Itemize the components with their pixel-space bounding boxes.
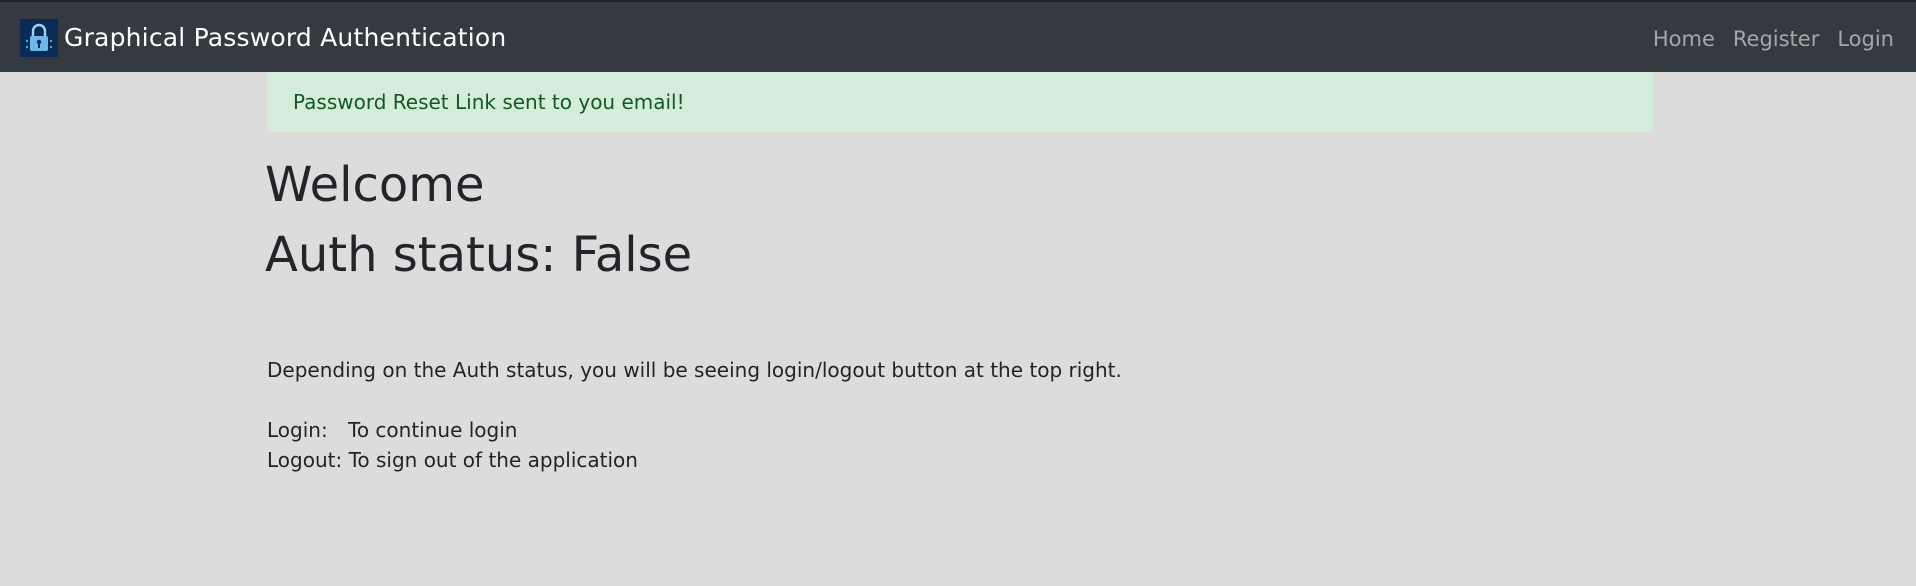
login-term-label: Login: (267, 418, 328, 442)
nav-login-link[interactable]: Login (1837, 26, 1894, 52)
login-term-text: To continue login (348, 418, 518, 442)
nav-home-link[interactable]: Home (1653, 26, 1715, 52)
nav-register-link[interactable]: Register (1733, 26, 1819, 52)
nav-links: Home Register Login (1653, 26, 1894, 52)
success-alert: Password Reset Link sent to you email! (267, 72, 1653, 132)
alert-message: Password Reset Link sent to you email! (293, 90, 685, 114)
brand-title[interactable]: Graphical Password Authentication (64, 22, 506, 54)
welcome-heading: Welcome (265, 157, 485, 213)
logout-term-text: To sign out of the application (348, 448, 638, 472)
login-description: Login: To continue login (267, 415, 517, 445)
padlock-logo-icon[interactable] (20, 19, 58, 57)
logout-term-label: Logout: (267, 448, 343, 472)
top-navbar: Graphical Password Authentication Home R… (0, 0, 1916, 72)
logout-description: Logout: To sign out of the application (267, 445, 638, 475)
description-text: Depending on the Auth status, you will b… (267, 358, 1122, 382)
auth-status-heading: Auth status: False (265, 227, 693, 283)
